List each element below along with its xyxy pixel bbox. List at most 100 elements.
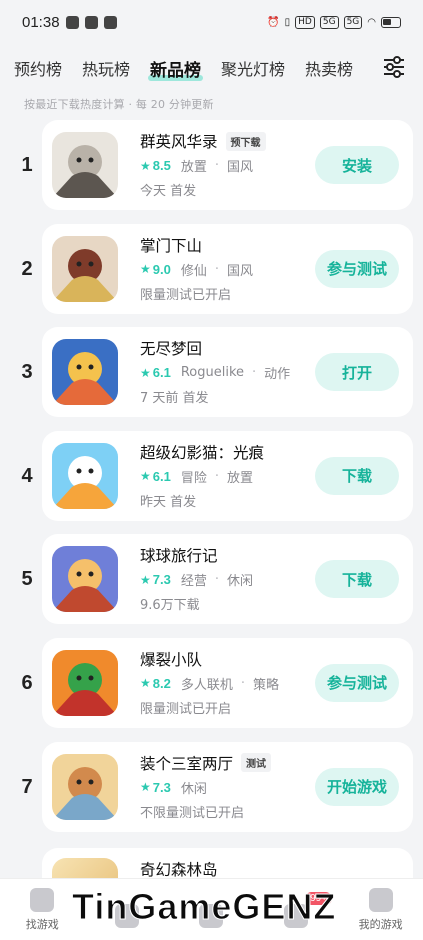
genre-tag: 国风 <box>227 160 254 175</box>
app-icon <box>103 15 117 29</box>
game-name: 球球旅行记 <box>140 547 218 566</box>
tab-spotlight[interactable]: 聚光灯榜 <box>221 56 285 80</box>
genre-tag: 动作 <box>264 367 291 383</box>
genre-tag: 策略 <box>253 677 280 693</box>
action-button[interactable]: 参与测试 <box>315 663 399 702</box>
star-icon: ★ <box>140 780 151 795</box>
rank-number: 3 <box>21 361 33 384</box>
genre-tag: 放置 <box>180 160 207 175</box>
game-status: 限量测试已开启 <box>140 287 232 303</box>
game-card[interactable]: 装个三室两厅 测试 ★ 7.3 休闲 不限量测试已开启 开始游戏 <box>42 741 413 832</box>
tab-best-selling[interactable]: 热卖榜 <box>305 56 353 80</box>
tab-preorder[interactable]: 预约榜 <box>14 56 62 80</box>
dot-separator: · <box>240 675 245 691</box>
rating-score: 6.1 <box>152 365 171 381</box>
game-status: 昨天 首发 <box>140 494 197 510</box>
game-card[interactable]: 球球旅行记 ★ 7.3 经营 · 休闲 9.6万下载 下载 <box>42 534 413 625</box>
list-item[interactable]: 1 群英风华录 预下载 ★ 8.5 放置 · 国风 今天 首发 安装 <box>0 118 423 222</box>
signal-5g-2: 5G <box>343 15 363 29</box>
nav-my-games[interactable]: 我的游戏 <box>346 888 416 932</box>
watermark-logo: TinGameGENZ <box>71 886 337 928</box>
game-card[interactable]: 掌门下山 ★ 9.0 修仙 · 国风 限量测试已开启 参与测试 <box>42 223 413 314</box>
star-icon: ★ <box>140 572 151 587</box>
star-icon: ★ <box>140 469 151 484</box>
list-item[interactable]: 2 掌门下山 ★ 9.0 修仙 · 国风 限量测试已开启 参与测试 <box>0 222 423 326</box>
game-icon-art <box>52 753 118 820</box>
rank-number: 2 <box>21 257 33 280</box>
star-icon: ★ <box>140 365 151 380</box>
genre-tag: 休闲 <box>227 574 254 590</box>
list-item[interactable]: 4 超级幻影猫：光痕 ★ 6.1 冒险 · 放置 昨天 首发 下载 <box>0 429 423 533</box>
game-icon <box>52 339 118 406</box>
genre-tag: 放置 <box>227 470 254 486</box>
dot-separator: · <box>214 158 219 173</box>
find-games-icon <box>30 888 55 912</box>
game-icon-art <box>52 649 118 716</box>
game-name: 超级幻影猫：光痕 <box>140 443 265 462</box>
status-bar: 01:38 ⏰ ▯ HD 5G 5G ◠ <box>0 0 423 44</box>
game-icon <box>52 753 118 820</box>
hd-badge: HD <box>295 15 315 29</box>
action-button[interactable]: 参与测试 <box>315 249 399 288</box>
rank-number: 6 <box>21 671 33 694</box>
game-icon-art <box>52 132 118 198</box>
rating-score: 6.1 <box>152 468 171 484</box>
star-icon: ★ <box>140 158 151 173</box>
action-button[interactable]: 打开 <box>315 353 399 392</box>
game-card[interactable]: 群英风华录 预下载 ★ 8.5 放置 · 国风 今天 首发 安装 <box>42 120 413 210</box>
nav-find-games[interactable]: 找游戏 <box>7 888 77 932</box>
genre-tag: 休闲 <box>180 781 207 797</box>
filter-button[interactable] <box>379 52 409 82</box>
rating-score: 8.2 <box>152 675 171 691</box>
battery-icon <box>381 16 401 28</box>
rating-score: 8.5 <box>152 158 171 173</box>
vibrate-icon: ▯ <box>284 16 291 28</box>
game-status: 限量测试已开启 <box>140 701 232 717</box>
game-card[interactable]: 无尽梦回 ★ 6.1 Roguelike · 动作 7 天前 首发 打开 <box>42 327 413 418</box>
game-icon <box>52 132 118 198</box>
game-name: 装个三室两厅 <box>140 754 234 773</box>
signal-5g-1: 5G <box>319 15 339 29</box>
list-item[interactable]: 3 无尽梦回 ★ 6.1 Roguelike · 动作 7 天前 首发 打开 <box>0 325 423 429</box>
list-item[interactable]: 6 爆裂小队 ★ 8.2 多人联机 · 策略 限量测试已开启 参与测试 <box>0 636 423 740</box>
list-item[interactable]: 5 球球旅行记 ★ 7.3 经营 · 休闲 9.6万下载 下载 <box>0 532 423 636</box>
action-button[interactable]: 开始游戏 <box>315 767 399 806</box>
game-name: 群英风华录 <box>140 133 218 151</box>
rating-score: 7.3 <box>152 779 171 795</box>
dot-separator: · <box>214 261 219 277</box>
game-name: 爆裂小队 <box>140 650 203 669</box>
action-button[interactable]: 下载 <box>315 456 399 495</box>
dot-separator: · <box>214 468 219 484</box>
game-tag: 预下载 <box>225 131 266 151</box>
tab-fade <box>349 48 379 88</box>
rank-number: 1 <box>21 154 33 176</box>
game-icon <box>52 546 118 613</box>
action-button[interactable]: 安装 <box>315 146 399 184</box>
game-list: 1 群英风华录 预下载 ★ 8.5 放置 · 国风 今天 首发 安装 2 掌门下… <box>0 118 423 843</box>
game-name: 掌门下山 <box>140 236 203 255</box>
rating-score: 9.0 <box>152 261 171 277</box>
rank-number: 7 <box>21 775 33 798</box>
wifi-icon: ◠ <box>367 16 376 28</box>
tab-new-release[interactable]: 新品榜 <box>148 56 204 81</box>
game-card[interactable]: 爆裂小队 ★ 8.2 多人联机 · 策略 限量测试已开启 参与测试 <box>42 637 413 728</box>
game-icon-art <box>52 339 118 406</box>
game-icon-art <box>52 235 118 302</box>
rating-score: 7.3 <box>152 572 171 588</box>
game-icon <box>52 649 118 716</box>
peek-game-name: 奇幻森林岛 <box>140 861 218 879</box>
game-name: 无尽梦回 <box>140 340 203 359</box>
action-button[interactable]: 下载 <box>315 560 399 599</box>
tab-hot-play[interactable]: 热玩榜 <box>82 56 130 80</box>
star-icon: ★ <box>140 676 151 691</box>
list-item[interactable]: 7 装个三室两厅 测试 ★ 7.3 休闲 不限量测试已开启 开始游戏 <box>0 740 423 844</box>
my-games-icon <box>368 888 393 912</box>
alarm-icon: ⏰ <box>267 16 280 28</box>
game-icon-art <box>52 546 118 613</box>
dot-separator: · <box>214 572 219 588</box>
wechat-icon <box>65 15 79 29</box>
genre-tag: 多人联机 <box>180 677 233 693</box>
game-card[interactable]: 超级幻影猫：光痕 ★ 6.1 冒险 · 放置 昨天 首发 下载 <box>42 430 413 521</box>
game-icon <box>52 235 118 302</box>
game-icon <box>52 442 118 509</box>
